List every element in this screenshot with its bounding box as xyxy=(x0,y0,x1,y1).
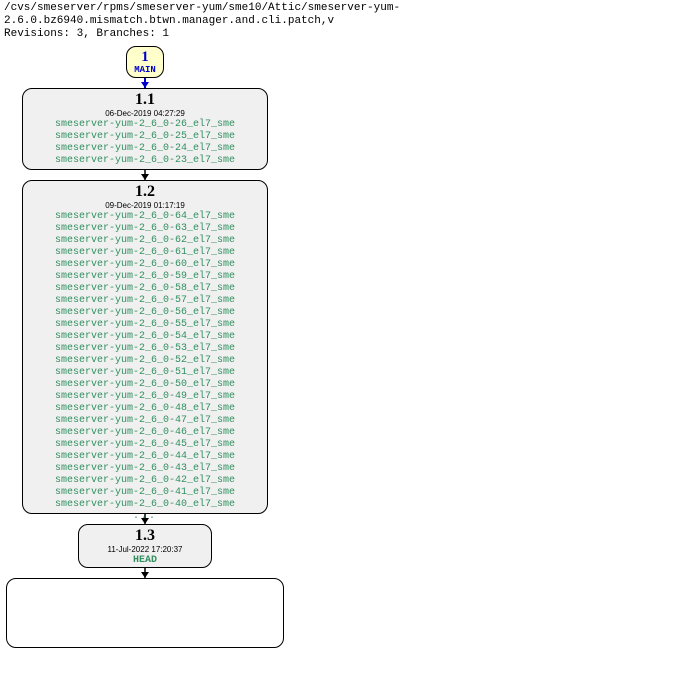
tag: smeserver-yum-2_6_0-54_el7_sme xyxy=(23,331,267,343)
rev-date: 09-Dec-2019 01:17:19 xyxy=(23,201,267,211)
rev-tags: smeserver-yum-2_6_0-26_el7_smesmeserver-… xyxy=(23,119,267,167)
tag: smeserver-yum-2_6_0-23_el7_sme xyxy=(23,155,267,167)
rev-tags: smeserver-yum-2_6_0-64_el7_smesmeserver-… xyxy=(23,211,267,511)
tag: smeserver-yum-2_6_0-51_el7_sme xyxy=(23,367,267,379)
footer-box xyxy=(6,578,284,648)
tag: smeserver-yum-2_6_0-62_el7_sme xyxy=(23,235,267,247)
revision-1-3[interactable]: 1.3 11-Jul-2022 17:20:37 HEAD xyxy=(78,524,212,568)
revision-1-2[interactable]: 1.2 09-Dec-2019 01:17:19 smeserver-yum-2… xyxy=(22,180,268,514)
tag: smeserver-yum-2_6_0-40_el7_sme xyxy=(23,499,267,511)
rev-title: 1.3 xyxy=(79,527,211,545)
tag: smeserver-yum-2_6_0-26_el7_sme xyxy=(23,119,267,131)
tag: smeserver-yum-2_6_0-56_el7_sme xyxy=(23,307,267,319)
tag: smeserver-yum-2_6_0-46_el7_sme xyxy=(23,427,267,439)
tag: smeserver-yum-2_6_0-61_el7_sme xyxy=(23,247,267,259)
tag: smeserver-yum-2_6_0-59_el7_sme xyxy=(23,271,267,283)
tag: smeserver-yum-2_6_0-50_el7_sme xyxy=(23,379,267,391)
header: /cvs/smeserver/rpms/smeserver-yum/sme10/… xyxy=(0,0,680,42)
revision-1-1[interactable]: 1.1 06-Dec-2019 04:27:29 smeserver-yum-2… xyxy=(22,88,268,170)
tag: smeserver-yum-2_6_0-63_el7_sme xyxy=(23,223,267,235)
tag: smeserver-yum-2_6_0-43_el7_sme xyxy=(23,463,267,475)
tag: smeserver-yum-2_6_0-49_el7_sme xyxy=(23,391,267,403)
rev-date: 11-Jul-2022 17:20:37 xyxy=(79,545,211,555)
tag: smeserver-yum-2_6_0-52_el7_sme xyxy=(23,355,267,367)
tag: smeserver-yum-2_6_0-44_el7_sme xyxy=(23,451,267,463)
branch-number: 1 xyxy=(127,49,163,65)
head-label: HEAD xyxy=(79,555,211,567)
branch-main[interactable]: 1 MAIN xyxy=(126,46,164,78)
tag: smeserver-yum-2_6_0-60_el7_sme xyxy=(23,259,267,271)
file-path: /cvs/smeserver/rpms/smeserver-yum/sme10/… xyxy=(4,2,676,28)
tag: smeserver-yum-2_6_0-24_el7_sme xyxy=(23,143,267,155)
tag: smeserver-yum-2_6_0-55_el7_sme xyxy=(23,319,267,331)
tag: smeserver-yum-2_6_0-42_el7_sme xyxy=(23,475,267,487)
tag: smeserver-yum-2_6_0-53_el7_sme xyxy=(23,343,267,355)
revisions-meta: Revisions: 3, Branches: 1 xyxy=(4,28,676,41)
branch-name: MAIN xyxy=(127,65,163,75)
tag: smeserver-yum-2_6_0-47_el7_sme xyxy=(23,415,267,427)
rev-title: 1.2 xyxy=(23,183,267,201)
tag: smeserver-yum-2_6_0-64_el7_sme xyxy=(23,211,267,223)
rev-date: 06-Dec-2019 04:27:29 xyxy=(23,109,267,119)
tag: smeserver-yum-2_6_0-58_el7_sme xyxy=(23,283,267,295)
tag: smeserver-yum-2_6_0-57_el7_sme xyxy=(23,295,267,307)
tag: smeserver-yum-2_6_0-45_el7_sme xyxy=(23,439,267,451)
tags-ellipsis: ... xyxy=(23,511,267,523)
tag: smeserver-yum-2_6_0-25_el7_sme xyxy=(23,131,267,143)
tag: smeserver-yum-2_6_0-41_el7_sme xyxy=(23,487,267,499)
tag: smeserver-yum-2_6_0-48_el7_sme xyxy=(23,403,267,415)
rev-title: 1.1 xyxy=(23,91,267,109)
